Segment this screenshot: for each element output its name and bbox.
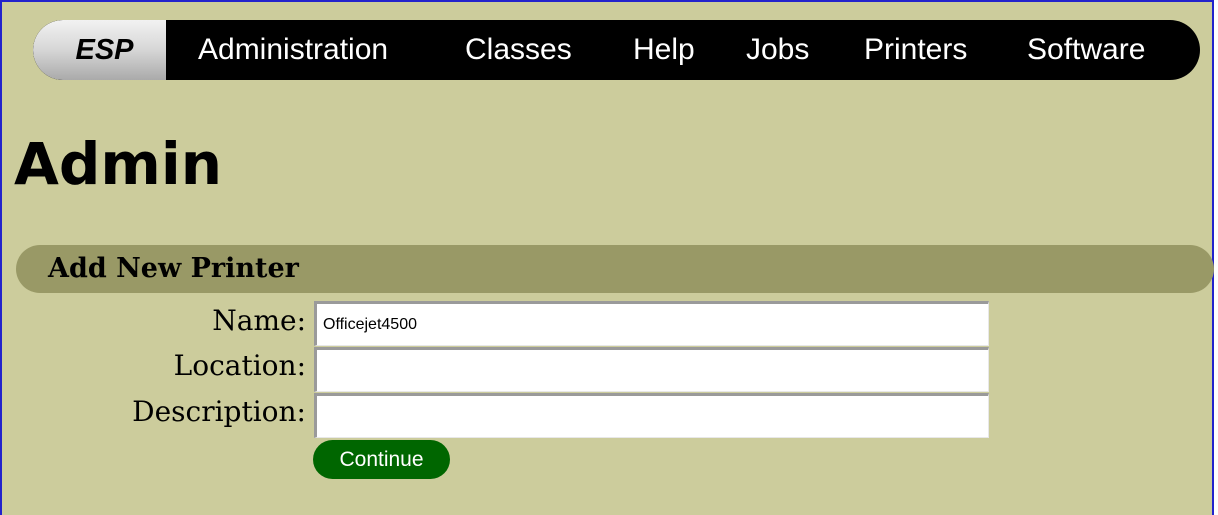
section-title: Add New Printer <box>48 253 299 284</box>
page-frame: ESP Administration Classes Help Jobs Pri… <box>0 0 1214 515</box>
description-label: Description: <box>132 395 306 428</box>
nav-item-classes[interactable]: Classes <box>465 20 572 80</box>
description-input[interactable] <box>314 393 989 438</box>
nav-item-administration[interactable]: Administration <box>198 20 388 80</box>
navigation-bar: ESP Administration Classes Help Jobs Pri… <box>33 20 1200 80</box>
continue-button[interactable]: Continue <box>313 440 450 479</box>
section-header-bar: Add New Printer <box>16 245 1214 293</box>
nav-item-jobs[interactable]: Jobs <box>746 20 809 80</box>
name-label: Name: <box>212 304 306 337</box>
nav-brand-esp[interactable]: ESP <box>33 20 166 80</box>
location-input[interactable] <box>314 347 989 392</box>
nav-item-help[interactable]: Help <box>633 20 695 80</box>
page-title: Admin <box>14 130 223 198</box>
nav-item-printers[interactable]: Printers <box>864 20 967 80</box>
name-input[interactable] <box>314 301 989 346</box>
nav-item-software[interactable]: Software <box>1027 20 1145 80</box>
location-label: Location: <box>173 349 306 382</box>
